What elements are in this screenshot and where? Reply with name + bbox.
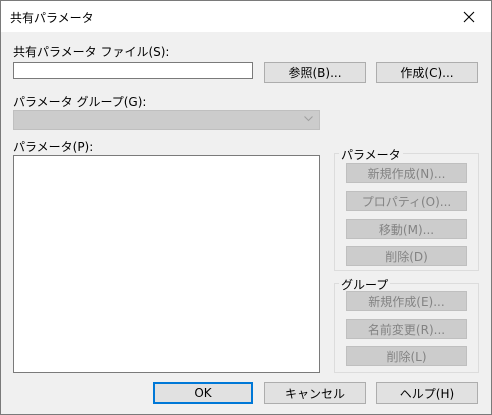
parameters-list[interactable] — [13, 155, 320, 373]
help-button[interactable]: ヘルプ(H) — [376, 382, 478, 404]
shared-file-path-field[interactable] — [13, 62, 253, 79]
create-button[interactable]: 作成(C)... — [376, 62, 478, 83]
ok-button[interactable]: OK — [153, 382, 253, 404]
rename-group-button[interactable]: 名前変更(R)... — [346, 319, 467, 339]
close-icon — [463, 11, 475, 22]
parameters-list-label: パラメータ(P): — [13, 140, 94, 154]
delete-group-button[interactable]: 削除(L) — [346, 346, 467, 366]
dialog-title: 共有パラメータ — [10, 11, 94, 25]
title-bar: 共有パラメータ — [1, 1, 491, 32]
new-parameter-button[interactable]: 新規作成(N)... — [346, 163, 467, 183]
close-button[interactable] — [447, 1, 491, 32]
shared-parameters-dialog: 共有パラメータ 共有パラメータ ファイル(S): 参照(B)... 作成(C).… — [0, 0, 492, 415]
cancel-button[interactable]: キャンセル — [264, 382, 366, 404]
new-group-button[interactable]: 新規作成(E)... — [346, 291, 467, 311]
move-parameter-button[interactable]: 移動(M)... — [346, 219, 467, 239]
shared-file-label: 共有パラメータ ファイル(S): — [13, 45, 170, 59]
parameter-properties-button[interactable]: プロパティ(O)... — [346, 191, 467, 211]
parameters-groupbox-title: パラメータ — [339, 146, 403, 163]
parameter-group-select[interactable] — [13, 110, 320, 130]
parameter-group-label: パラメータ グループ(G): — [13, 95, 147, 109]
chevron-down-icon — [304, 116, 313, 122]
delete-parameter-button[interactable]: 削除(D) — [346, 246, 467, 266]
browse-button[interactable]: 参照(B)... — [264, 62, 366, 83]
